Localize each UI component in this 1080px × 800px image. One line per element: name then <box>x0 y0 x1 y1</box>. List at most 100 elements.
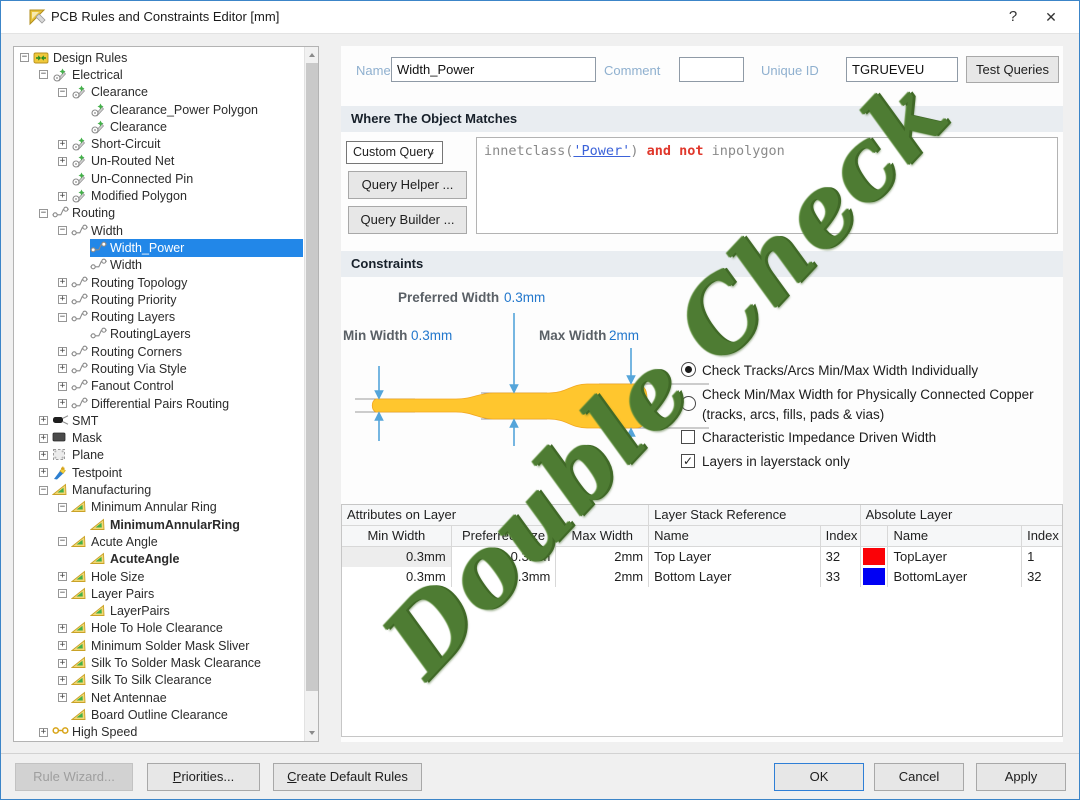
expand-icon[interactable]: + <box>58 382 67 391</box>
tree-item-content[interactable]: Short-Circuit <box>71 135 303 152</box>
tree-item-content[interactable]: Clearance_Power Polygon <box>90 101 303 118</box>
tree-item-board-outline-clearance[interactable]: Board Outline Clearance <box>14 706 303 723</box>
tree-item-routing[interactable]: −Routing <box>14 205 303 222</box>
tree-item-high-speed[interactable]: + High Speed <box>14 724 303 741</box>
tree-item-content[interactable]: Silk To Silk Clearance <box>71 672 303 689</box>
tree-scrollbar[interactable] <box>304 47 318 741</box>
tree-item-fanout-control[interactable]: +Fanout Control <box>14 378 303 395</box>
tree-item-content[interactable]: MinimumAnnularRing <box>90 516 303 533</box>
tree-item-content[interactable]: Width <box>90 257 303 274</box>
tree-item-content[interactable]: Net Antennae <box>71 689 303 706</box>
tree-item-routing-via-style[interactable]: + Routing Via Style <box>14 360 303 377</box>
col-ref-name[interactable]: Name <box>649 526 821 547</box>
tree-item-design-rules[interactable]: −Design Rules <box>14 49 303 66</box>
tree-item-content[interactable]: AcuteAngle <box>90 551 303 568</box>
table-row-bottom-layer[interactable]: 0.3mm0.3mm2mmBottom Layer33BottomLayer32 <box>342 567 1062 587</box>
tree-item-content[interactable]: RoutingLayers <box>90 326 303 343</box>
tree-item-minimum-solder-mask-sliver[interactable]: +Minimum Solder Mask Sliver <box>14 637 303 654</box>
tree-item-mask[interactable]: + Mask <box>14 430 303 447</box>
test-queries-button[interactable]: Test Queries <box>966 56 1059 83</box>
tree-item-content[interactable]: Un-Routed Net <box>71 153 303 170</box>
tree-item-manufacturing[interactable]: −Manufacturing <box>14 481 303 498</box>
tree-item-content[interactable]: Acute Angle <box>71 533 303 550</box>
expand-icon[interactable]: + <box>58 157 67 166</box>
tree-item-content[interactable]: High Speed <box>52 724 303 741</box>
collapse-icon[interactable]: − <box>58 589 67 598</box>
tree-item-routing-corners[interactable]: +Routing Corners <box>14 343 303 360</box>
tree-item-content[interactable]: Silk To Solder Mask Clearance <box>71 654 303 671</box>
tree-item-content[interactable]: Mask <box>52 430 303 447</box>
tree-item-content[interactable]: Hole Size <box>71 568 303 585</box>
tree-item-content[interactable]: Routing Topology <box>71 274 303 291</box>
tree-item-content[interactable]: Plane <box>52 447 303 464</box>
expand-icon[interactable]: + <box>58 399 67 408</box>
expand-icon[interactable]: + <box>58 624 67 633</box>
comment-input[interactable] <box>679 57 744 82</box>
tree-item-clearance[interactable]: Clearance <box>14 118 303 135</box>
col-preferred-size[interactable]: Preferred Size <box>452 526 557 547</box>
col-abs-name[interactable]: Name <box>888 526 1022 547</box>
tree-item-content[interactable]: Width <box>71 222 303 239</box>
query-editor[interactable]: innetclass('Power') and not inpolygon <box>476 137 1058 234</box>
checkbox-layerstack-only[interactable]: ✓ <box>681 454 695 468</box>
tree-item-clearance-power-polygon[interactable]: Clearance_Power Polygon <box>14 101 303 118</box>
tree-item-content[interactable]: Differential Pairs Routing <box>71 395 303 412</box>
tree-item-content[interactable]: SMT <box>52 412 303 429</box>
tree-item-content[interactable]: Un-Connected Pin <box>71 170 303 187</box>
tree-item-content[interactable]: Electrical <box>52 66 303 83</box>
tree-item-content[interactable]: Design Rules <box>33 49 303 66</box>
expand-icon[interactable]: + <box>58 659 67 668</box>
expand-icon[interactable]: + <box>39 434 48 443</box>
tree-item-width[interactable]: −Width <box>14 222 303 239</box>
tree-item-un-connected-pin[interactable]: Un-Connected Pin <box>14 170 303 187</box>
tree-item-routing-topology[interactable]: +Routing Topology <box>14 274 303 291</box>
close-button[interactable]: ✕ <box>1029 1 1073 33</box>
expand-icon[interactable]: + <box>58 347 67 356</box>
tree-item-modified-polygon[interactable]: +Modified Polygon <box>14 187 303 204</box>
table-row-top-layer[interactable]: 0.3mm0.3mm2mmTop Layer32TopLayer1 <box>342 547 1062 567</box>
expand-icon[interactable]: + <box>39 451 48 460</box>
tree-item-minimumannularring[interactable]: MinimumAnnularRing <box>14 516 303 533</box>
collapse-icon[interactable]: − <box>20 53 29 62</box>
tree-item-acute-angle[interactable]: −Acute Angle <box>14 533 303 550</box>
tree-item-acuteangle[interactable]: AcuteAngle <box>14 551 303 568</box>
tree-item-short-circuit[interactable]: +Short-Circuit <box>14 135 303 152</box>
tree-item-content[interactable]: Hole To Hole Clearance <box>71 620 303 637</box>
collapse-icon[interactable]: − <box>58 226 67 235</box>
tree-item-content[interactable]: Clearance <box>71 84 303 101</box>
tree-item-hole-size[interactable]: +Hole Size <box>14 568 303 585</box>
tree-item-hole-to-hole-clearance[interactable]: + Hole To Hole Clearance <box>14 620 303 637</box>
expand-icon[interactable]: + <box>58 192 67 201</box>
expand-icon[interactable]: + <box>39 416 48 425</box>
expand-icon[interactable]: + <box>58 364 67 373</box>
tree-item-content[interactable]: Routing Via Style <box>71 360 303 377</box>
tree-item-electrical[interactable]: −Electrical <box>14 66 303 83</box>
collapse-icon[interactable]: − <box>39 486 48 495</box>
tree-item-content[interactable]: Routing Priority <box>71 291 303 308</box>
tree-item-content[interactable]: LayerPairs <box>90 603 303 620</box>
priorities-button[interactable]: Priorities... <box>147 763 260 791</box>
collapse-icon[interactable]: − <box>58 503 67 512</box>
query-helper-button[interactable]: Query Helper ... <box>348 171 467 199</box>
tree-item-routing-priority[interactable]: +Routing Priority <box>14 291 303 308</box>
tree-item-content[interactable]: Layer Pairs <box>71 585 303 602</box>
expand-icon[interactable]: + <box>58 641 67 650</box>
collapse-icon[interactable]: − <box>39 70 48 79</box>
tree-item-content[interactable]: Manufacturing <box>52 481 303 498</box>
collapse-icon[interactable]: − <box>58 313 67 322</box>
scroll-up-icon[interactable] <box>305 47 319 62</box>
collapse-icon[interactable]: − <box>58 88 67 97</box>
expand-icon[interactable]: + <box>39 728 48 737</box>
expand-icon[interactable]: + <box>58 676 67 685</box>
checkbox-impedance-driven[interactable] <box>681 430 695 444</box>
radio-check-individually[interactable] <box>681 362 696 377</box>
apply-button[interactable]: Apply <box>976 763 1066 791</box>
create-default-rules-button[interactable]: Create Default Rules <box>273 763 422 791</box>
tree-item-smt[interactable]: + SMT <box>14 412 303 429</box>
tree-item-net-antennae[interactable]: +Net Antennae <box>14 689 303 706</box>
tree-item-content[interactable]: Board Outline Clearance <box>71 706 303 723</box>
tree-item-width-power[interactable]: Width_Power <box>14 239 303 256</box>
tree-item-content[interactable]: Routing Layers <box>71 308 303 325</box>
col-min-width[interactable]: Min Width <box>342 526 452 547</box>
tree-item-routinglayers[interactable]: RoutingLayers <box>14 326 303 343</box>
